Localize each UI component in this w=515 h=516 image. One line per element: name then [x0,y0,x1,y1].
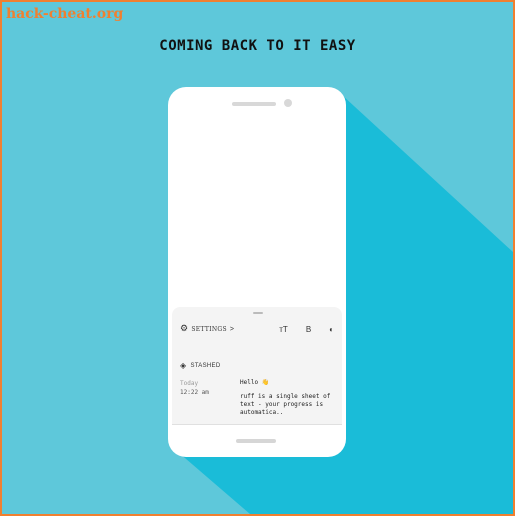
watermark: hack-cheat.org [6,6,124,22]
layers-icon: ◈ [180,361,187,370]
stash-item[interactable]: Hello 👋 ruff is a single sheet of text -… [240,379,338,417]
promo-canvas: hack-cheat.org COMING BACK TO IT EASY ⚙ … [2,2,513,514]
drag-handle[interactable] [253,312,263,314]
chevron-right-icon: > [229,325,235,333]
headline: COMING BACK TO IT EASY [159,38,356,54]
font-size-icon[interactable]: тT [279,325,288,334]
stash-preview: ruff is a single sheet of text - your pr… [240,393,331,416]
bottom-sheet: ⚙ SETTINGS > тT B ◐ ◈ STASHED Today 12:2… [172,307,342,425]
contrast-icon[interactable]: ◐ [329,325,334,334]
settings-label: SETTINGS [191,325,227,333]
home-indicator [236,439,276,443]
phone-camera [284,99,292,107]
stash-title: Hello 👋 [240,379,270,386]
settings-button[interactable]: ⚙ SETTINGS > [180,324,234,334]
toolbar: ⚙ SETTINGS > тT B ◐ [180,323,334,335]
bold-icon[interactable]: B [306,325,311,334]
stash-time: 12:22 am [180,389,209,396]
phone-mockup: ⚙ SETTINGS > тT B ◐ ◈ STASHED Today 12:2… [168,87,346,457]
stash-item-meta: Today 12:22 am [180,379,209,397]
gear-icon: ⚙ [180,324,189,334]
stashed-header: ◈ STASHED [180,361,220,370]
phone-speaker [232,102,276,106]
stashed-label: STASHED [190,362,221,369]
stash-date: Today [180,380,199,387]
